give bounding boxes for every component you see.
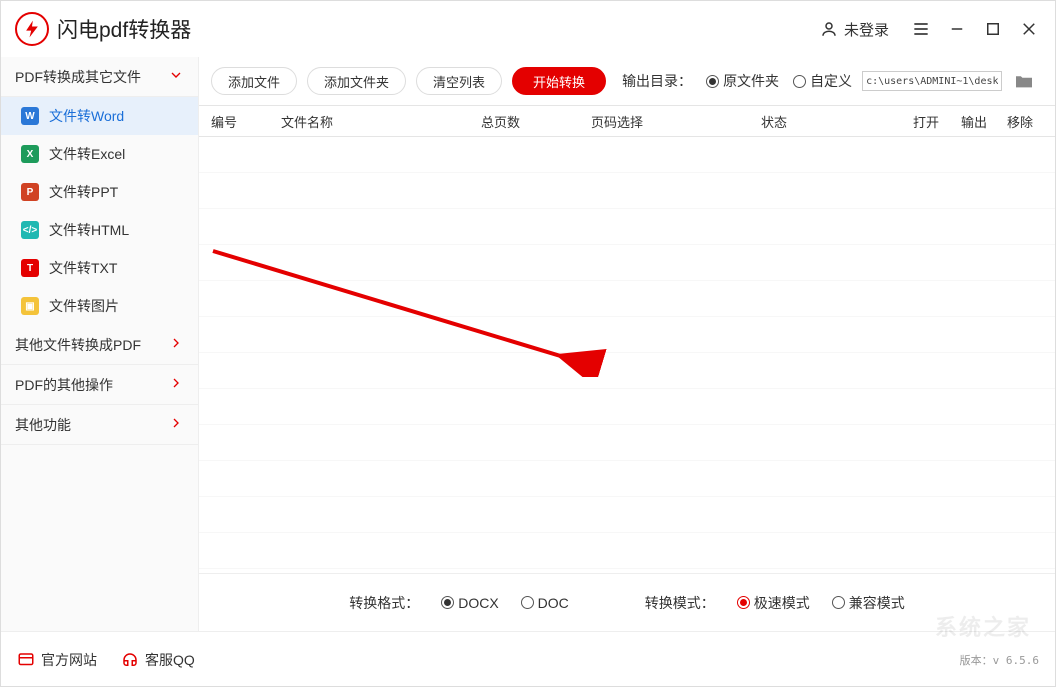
- sidebar-item-to-word[interactable]: W 文件转Word: [1, 97, 198, 135]
- chevron-down-icon: [168, 67, 184, 86]
- customer-qq-link[interactable]: 客服QQ: [121, 650, 195, 670]
- minimize-button[interactable]: [939, 11, 975, 47]
- sidebar-item-to-txt[interactable]: T 文件转TXT: [1, 249, 198, 287]
- sidebar-item-to-html[interactable]: </> 文件转HTML: [1, 211, 198, 249]
- th-rm: 移除: [997, 112, 1043, 131]
- version-label: 版本：v 6.5.6: [960, 652, 1039, 668]
- maximize-button[interactable]: [975, 11, 1011, 47]
- chevron-right-icon: [168, 415, 184, 434]
- html-icon: </>: [21, 221, 39, 239]
- th-pages: 总页数: [481, 112, 591, 131]
- chevron-right-icon: [168, 375, 184, 394]
- sidebar-cat-other[interactable]: 其他功能: [1, 405, 198, 445]
- radio-fast-mode[interactable]: 极速模式: [737, 593, 810, 613]
- browse-folder-button[interactable]: [1012, 71, 1036, 91]
- radio-doc[interactable]: DOC: [521, 595, 569, 611]
- th-num: 编号: [211, 112, 281, 131]
- logo-icon: [15, 12, 49, 46]
- excel-icon: X: [21, 145, 39, 163]
- sidebar-cat-label: PDF的其他操作: [15, 375, 113, 395]
- app-title: 闪电pdf转换器: [57, 14, 191, 44]
- content-area: 添加文件 添加文件夹 清空列表 开始转换 输出目录： 原文件夹 自定义 编号 文…: [199, 57, 1055, 631]
- menu-button[interactable]: [903, 11, 939, 47]
- sidebar-cat-label: 其他功能: [15, 415, 71, 435]
- radio-source-folder[interactable]: 原文件夹: [706, 71, 779, 91]
- th-status: 状态: [761, 112, 901, 131]
- toolbar: 添加文件 添加文件夹 清空列表 开始转换 输出目录： 原文件夹 自定义: [199, 57, 1055, 105]
- start-convert-button[interactable]: 开始转换: [512, 67, 606, 95]
- login-label: 未登录: [844, 19, 889, 40]
- output-dir-label: 输出目录：: [622, 71, 692, 91]
- ppt-icon: P: [21, 183, 39, 201]
- sidebar-cat-other-to-pdf[interactable]: 其他文件转换成PDF: [1, 325, 198, 365]
- image-icon: ▣: [21, 297, 39, 315]
- radio-custom-folder[interactable]: 自定义: [793, 71, 852, 91]
- th-pagesel: 页码选择: [591, 112, 761, 131]
- th-out: 输出: [951, 112, 997, 131]
- close-button[interactable]: [1011, 11, 1047, 47]
- radio-compat-mode[interactable]: 兼容模式: [832, 593, 905, 613]
- sidebar-item-label: 文件转Excel: [49, 144, 125, 164]
- sidebar-cat-pdf-to-other[interactable]: PDF转换成其它文件: [1, 57, 198, 97]
- txt-icon: T: [21, 259, 39, 277]
- sidebar-cat-pdf-ops[interactable]: PDF的其他操作: [1, 365, 198, 405]
- foot-link-label: 官方网站: [41, 650, 97, 670]
- footer: 官方网站 客服QQ 版本：v 6.5.6: [1, 631, 1055, 687]
- sidebar-item-to-ppt[interactable]: P 文件转PPT: [1, 173, 198, 211]
- sidebar-item-label: 文件转Word: [49, 106, 124, 126]
- sidebar-cat-label: 其他文件转换成PDF: [15, 335, 141, 355]
- annotation-arrow: [197, 237, 617, 377]
- th-name: 文件名称: [281, 112, 481, 131]
- sidebar-item-label: 文件转图片: [49, 296, 119, 316]
- format-label: 转换格式：: [349, 593, 419, 613]
- sidebar-cat-label: PDF转换成其它文件: [15, 67, 141, 87]
- clear-list-button[interactable]: 清空列表: [416, 67, 502, 95]
- file-list[interactable]: [199, 137, 1055, 573]
- output-path-input[interactable]: [862, 71, 1002, 91]
- options-bar: 转换格式： DOCX DOC 转换模式： 极速模式 兼容模式: [199, 573, 1055, 631]
- titlebar: 闪电pdf转换器 未登录: [1, 1, 1055, 57]
- table-header: 编号 文件名称 总页数 页码选择 状态 打开 输出 移除: [199, 105, 1055, 137]
- official-site-link[interactable]: 官方网站: [17, 650, 97, 670]
- foot-link-label: 客服QQ: [145, 650, 195, 670]
- login-button[interactable]: 未登录: [820, 19, 889, 40]
- sidebar-item-label: 文件转TXT: [49, 258, 117, 278]
- main-area: PDF转换成其它文件 W 文件转Word X 文件转Excel P 文件转PPT…: [1, 57, 1055, 631]
- sidebar-item-to-image[interactable]: ▣ 文件转图片: [1, 287, 198, 325]
- add-file-button[interactable]: 添加文件: [211, 67, 297, 95]
- mode-label: 转换模式：: [645, 593, 715, 613]
- th-open: 打开: [901, 112, 951, 131]
- add-folder-button[interactable]: 添加文件夹: [307, 67, 406, 95]
- chevron-right-icon: [168, 335, 184, 354]
- sidebar: PDF转换成其它文件 W 文件转Word X 文件转Excel P 文件转PPT…: [1, 57, 199, 631]
- sidebar-item-label: 文件转HTML: [49, 220, 129, 240]
- radio-docx[interactable]: DOCX: [441, 595, 498, 611]
- sidebar-item-to-excel[interactable]: X 文件转Excel: [1, 135, 198, 173]
- sidebar-item-label: 文件转PPT: [49, 182, 118, 202]
- word-icon: W: [21, 107, 39, 125]
